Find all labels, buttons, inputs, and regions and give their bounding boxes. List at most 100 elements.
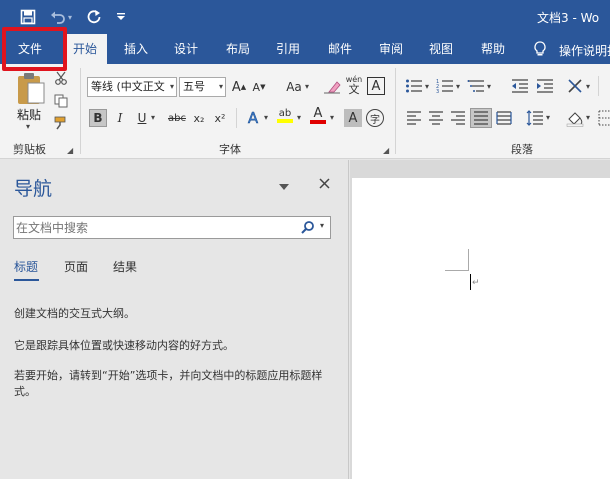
phonetic-guide-char: 文 (348, 82, 360, 96)
borders-icon[interactable] (598, 110, 610, 126)
pane-options-icon[interactable] (279, 180, 289, 190)
lightbulb-icon[interactable] (533, 41, 547, 57)
align-right-icon[interactable] (450, 111, 466, 125)
clear-formatting-icon[interactable] (323, 77, 341, 95)
font-color-bar (310, 119, 326, 124)
text-cursor (470, 274, 471, 290)
tab-design[interactable]: 设计 (164, 34, 208, 64)
chevron-down-icon[interactable]: ▾ (487, 82, 491, 91)
nav-help-text-3: 若要开始，请转到“开始”选项卡，并向文档中的标题应用标题样式。 (14, 369, 323, 398)
undo-icon[interactable] (50, 9, 66, 25)
tab-home[interactable]: 开始 (63, 34, 107, 64)
search-input[interactable] (16, 219, 286, 236)
underline-button[interactable]: U (133, 109, 151, 127)
margin-corner-mark (445, 249, 469, 271)
justify-icon[interactable] (470, 108, 492, 128)
cut-icon[interactable] (54, 71, 68, 85)
customize-qat-icon[interactable] (116, 10, 126, 22)
undo-dropdown-icon[interactable]: ▾ (68, 13, 72, 22)
annotation-highlight-box (2, 27, 67, 71)
tab-review[interactable]: 审阅 (369, 34, 413, 64)
chevron-down-icon[interactable]: ▾ (586, 113, 590, 122)
grow-font-icon[interactable]: A ▲ (230, 78, 248, 96)
italic-button[interactable]: I (111, 109, 129, 127)
font-size-combo[interactable]: 五号 ▾ (179, 77, 226, 97)
decrease-indent-icon[interactable] (511, 78, 529, 94)
tab-results[interactable]: 结果 (113, 258, 137, 275)
title-bar: ▾ 文档3 - Wo (0, 0, 610, 34)
chevron-down-icon[interactable]: ▾ (546, 113, 550, 122)
numbering-icon[interactable]: 123 (436, 78, 454, 95)
bold-button[interactable]: B (89, 109, 107, 127)
save-icon[interactable] (20, 9, 36, 25)
document-page[interactable]: ↵ (352, 178, 610, 479)
asian-layout-icon[interactable] (566, 77, 584, 95)
tab-pages[interactable]: 页面 (64, 258, 88, 275)
tab-layout[interactable]: 布局 (216, 34, 260, 64)
nav-help-text-1: 创建文档的交互式大纲。 (14, 307, 135, 320)
tell-me-search[interactable]: 操作说明打 (559, 42, 610, 59)
chevron-down-icon[interactable]: ▾ (297, 113, 301, 122)
font-name-combo[interactable]: 等线 (中文正文 ▾ (87, 77, 177, 97)
tab-references[interactable]: 引用 (266, 34, 310, 64)
line-spacing-icon[interactable] (526, 110, 544, 126)
paste-label[interactable]: 粘贴 (17, 106, 41, 123)
search-box[interactable]: ▾ (13, 216, 331, 239)
chevron-down-icon[interactable]: ▾ (305, 82, 309, 91)
chevron-down-icon[interactable]: ▾ (264, 113, 268, 122)
enclose-characters-icon[interactable]: 字 (366, 109, 384, 127)
chevron-down-icon[interactable]: ▾ (170, 78, 174, 96)
text-effects-icon[interactable]: A (244, 109, 262, 128)
chevron-down-icon[interactable]: ▾ (586, 82, 590, 91)
align-left-icon[interactable] (406, 111, 422, 125)
tab-insert[interactable]: 插入 (114, 34, 158, 64)
chevron-down-icon[interactable]: ▾ (330, 113, 334, 122)
ribbon: 粘贴 ▾ 剪贴板 ◢ 等线 (中文正文 ▾ 五号 ▾ A ▲ A ▼ Aa ▾ wé… (0, 64, 610, 159)
tab-help[interactable]: 帮助 (471, 34, 515, 64)
active-tab-underline (14, 279, 39, 281)
character-shading-icon[interactable]: A (344, 109, 362, 127)
chevron-down-icon[interactable]: ▾ (456, 82, 460, 91)
tab-view[interactable]: 视图 (419, 34, 463, 64)
tab-headings[interactable]: 标题 (14, 258, 38, 275)
bullets-icon[interactable] (405, 78, 423, 94)
subscript-button[interactable]: x₂ (190, 109, 208, 127)
chevron-down-icon[interactable]: ▾ (425, 82, 429, 91)
shading-icon[interactable] (566, 109, 584, 127)
font-group-label: 字体 (219, 143, 241, 156)
phonetic-guide-icon[interactable]: wén 文 (345, 75, 363, 95)
paste-icon[interactable] (14, 70, 48, 106)
character-border-icon[interactable]: A (367, 77, 385, 95)
separator (236, 108, 237, 128)
increase-indent-icon[interactable] (536, 78, 554, 94)
format-painter-icon[interactable] (54, 116, 68, 130)
search-icon[interactable] (301, 220, 315, 234)
font-color-icon[interactable]: A (309, 106, 327, 124)
separator (598, 76, 599, 96)
superscript-button[interactable]: x² (211, 109, 229, 127)
tab-mailings[interactable]: 邮件 (318, 34, 362, 64)
multilevel-list-icon[interactable] (467, 78, 485, 94)
font-dialog-launcher-icon[interactable]: ◢ (383, 146, 389, 155)
paragraph-mark-icon: ↵ (472, 278, 480, 288)
highlight-color-icon[interactable]: ab (276, 106, 294, 124)
change-case-icon[interactable]: Aa (282, 78, 306, 96)
close-icon[interactable] (319, 178, 330, 189)
shrink-font-icon[interactable]: A ▼ (250, 78, 268, 96)
chevron-down-icon[interactable]: ▾ (151, 113, 155, 122)
distributed-icon[interactable] (496, 111, 512, 125)
svg-text:3: 3 (436, 89, 439, 94)
align-center-icon[interactable] (428, 111, 444, 125)
clipboard-dialog-launcher-icon[interactable]: ◢ (67, 146, 73, 155)
strikethrough-button[interactable]: abc (166, 109, 188, 127)
nav-pane-title: 导航 (14, 178, 53, 200)
copy-icon[interactable] (54, 94, 68, 108)
nav-help-text-2: 它是跟踪具体位置或快速移动内容的好方式。 (14, 339, 234, 352)
redo-icon[interactable] (86, 9, 102, 25)
paragraph-group-label: 段落 (511, 143, 533, 156)
paste-dropdown-icon[interactable]: ▾ (26, 122, 30, 131)
chevron-down-icon[interactable]: ▾ (320, 221, 324, 230)
font-size-value: 五号 (183, 80, 205, 93)
font-name-value: 等线 (中文正文 (91, 80, 165, 93)
chevron-down-icon[interactable]: ▾ (219, 78, 223, 96)
